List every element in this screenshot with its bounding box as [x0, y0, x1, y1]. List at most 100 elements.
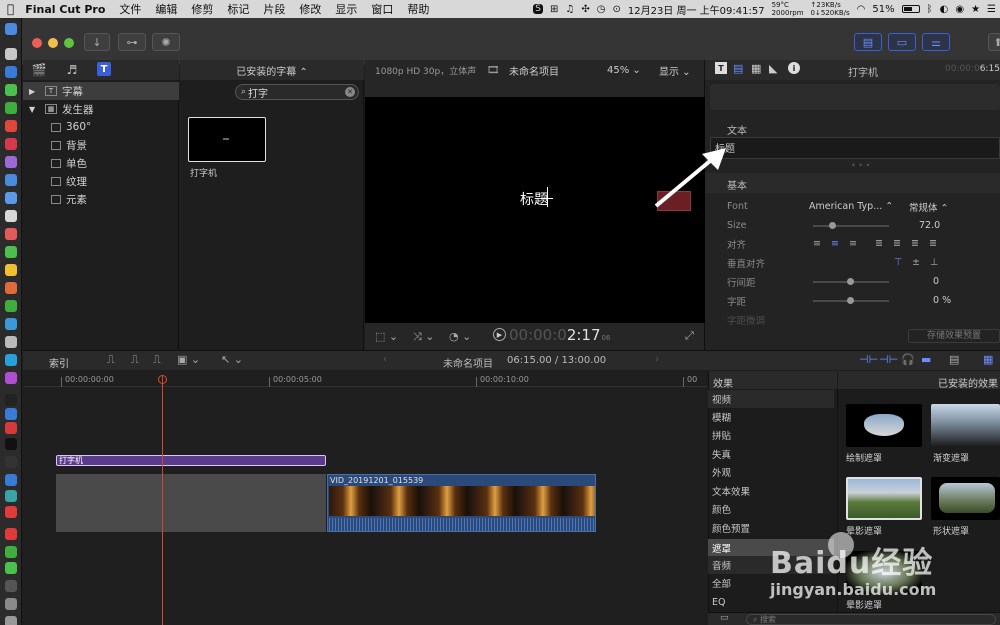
menu-window[interactable]: 窗口 — [364, 1, 400, 17]
user-icon[interactable]: ◉ — [955, 4, 964, 15]
title-inspector-icon[interactable]: ▤ — [733, 62, 743, 75]
keywords-button[interactable]: ⊶ — [118, 33, 146, 51]
app-icon-7[interactable] — [5, 246, 17, 258]
app-icon-10[interactable] — [5, 300, 17, 312]
timeline-ruler[interactable]: 00:00:00:00 00:00:05:00 00:00:10:00 00 — [23, 371, 708, 387]
save-preset-button[interactable]: 存储效果预置 — [908, 329, 1000, 343]
size-value[interactable]: 72.0 — [919, 220, 940, 231]
tracking-value[interactable]: 0 % — [933, 295, 951, 306]
menu-trim[interactable]: 修剪 — [184, 1, 220, 17]
launchpad-icon[interactable] — [5, 48, 17, 60]
app-icon-11[interactable] — [5, 318, 17, 330]
playhead[interactable] — [162, 375, 163, 625]
wechat-icon[interactable] — [5, 102, 17, 114]
app-icon-9[interactable] — [5, 282, 17, 294]
terminal-icon[interactable] — [5, 438, 17, 450]
share-button[interactable]: ⬆ — [988, 33, 1000, 51]
justify-left-icon[interactable]: ≣ — [875, 238, 883, 249]
bluetooth-icon[interactable]: ᛒ — [927, 4, 933, 15]
fan-icon[interactable]: ✣ — [581, 4, 589, 15]
chrome-icon[interactable] — [5, 120, 17, 132]
slider-knob[interactable] — [847, 278, 854, 285]
import-button[interactable]: ↓ — [84, 33, 110, 51]
effect-thumb-gradient-mask[interactable] — [931, 404, 1000, 447]
sidebar-item-360[interactable]: 360° — [23, 118, 179, 136]
font-family-select[interactable]: American Typ... ⌃ — [809, 201, 893, 212]
menu-edit[interactable]: 编辑 — [148, 1, 184, 17]
slider-knob[interactable] — [829, 222, 836, 229]
justify-full-icon[interactable]: ≣ — [929, 238, 937, 249]
align-right-icon[interactable]: ≡ — [849, 238, 857, 249]
category-blur[interactable]: 模糊 — [708, 408, 834, 426]
font-style-select[interactable]: 常规体 ⌃ — [909, 200, 949, 214]
app-menu[interactable]: Final Cut Pro — [21, 3, 112, 16]
app-icon-4[interactable] — [5, 192, 17, 204]
app-icon-13[interactable] — [5, 354, 17, 366]
app-icon-1[interactable] — [5, 138, 17, 150]
app-icon-24[interactable] — [5, 598, 17, 610]
gap-clip[interactable] — [56, 474, 326, 532]
wifi-icon[interactable]: ◠ — [857, 4, 866, 15]
slider-knob[interactable] — [847, 297, 854, 304]
photos-icon[interactable]: 🎬 — [32, 63, 47, 77]
valign-middle-icon[interactable]: ± — [912, 257, 920, 268]
app-icon-19[interactable] — [5, 490, 17, 502]
app-icon-18[interactable] — [5, 474, 17, 486]
app-icon-20[interactable] — [5, 506, 17, 518]
s-icon[interactable]: S — [533, 4, 543, 14]
info-inspector-icon[interactable]: i — [788, 62, 800, 74]
show-timeline-button[interactable]: ▭ — [888, 33, 916, 51]
app-icon-12[interactable] — [5, 336, 17, 348]
category-text-effects[interactable]: 文本效果 — [708, 482, 834, 500]
canvas-title-text[interactable]: 标题 — [520, 189, 548, 209]
app-icon-22[interactable] — [5, 546, 17, 558]
title-thumbnail[interactable] — [188, 117, 266, 162]
valign-bottom-icon[interactable]: ⊥ — [930, 257, 938, 268]
search-input[interactable]: 打字 — [248, 85, 268, 100]
apple-icon[interactable]:  — [0, 2, 21, 16]
show-browser-button[interactable]: ▤ — [854, 33, 882, 51]
align-left-icon[interactable]: ≡ — [813, 238, 821, 249]
fullscreen-viewer-icon[interactable]: ⤢ — [685, 329, 694, 343]
audio-skimming-icon[interactable]: ⊣⊢ — [859, 353, 878, 366]
category-tile[interactable]: 拼贴 — [708, 426, 834, 444]
headphones-icon[interactable]: 🎧 — [901, 353, 915, 366]
menu-clip[interactable]: 片段 — [256, 1, 292, 17]
app-icon-14[interactable] — [5, 372, 17, 384]
finder-icon[interactable] — [5, 23, 17, 35]
battery-percent[interactable]: 51% — [872, 4, 894, 15]
effect-thumb-vignette-mask[interactable] — [846, 477, 922, 520]
minimize-window-button[interactable] — [48, 38, 58, 48]
clip-appearance-icon[interactable]: ▤ — [949, 353, 959, 366]
text-entry-field[interactable]: 标题 — [710, 137, 1000, 159]
connect-clip-icon[interactable]: ⎍ — [107, 353, 115, 367]
app-icon-21[interactable] — [5, 528, 17, 540]
append-clip-icon[interactable]: ⎍ — [153, 353, 161, 367]
display-dropdown[interactable]: 显示 ⌄ — [659, 63, 691, 78]
appstore-icon[interactable] — [5, 408, 17, 420]
trash-icon[interactable] — [5, 616, 17, 625]
shield-icon[interactable]: ◐ — [940, 4, 949, 15]
app-icon-6[interactable] — [5, 228, 17, 240]
text-field-resize-handle[interactable]: • • • — [851, 161, 870, 170]
select-tool-dropdown[interactable]: ↖ ⌄ — [221, 353, 243, 366]
app-icon-17[interactable] — [5, 456, 17, 468]
video-clip[interactable]: VID_20191201_015539 — [327, 474, 596, 532]
category-distortion[interactable]: 失真 — [708, 445, 834, 463]
justify-right-icon[interactable]: ≣ — [911, 238, 919, 249]
clock-icon[interactable]: ⊙ — [612, 4, 620, 15]
temp-fan-readout[interactable]: 59°C 2000rpm — [772, 1, 804, 17]
playhead-handle[interactable] — [158, 375, 167, 384]
line-spacing-slider[interactable] — [813, 278, 889, 285]
size-slider[interactable] — [813, 222, 889, 229]
solo-icon[interactable]: ▬ — [921, 353, 931, 366]
app-icon-8[interactable] — [5, 264, 17, 276]
sidebar-item-elements[interactable]: 元素 — [23, 190, 179, 208]
menu-help[interactable]: 帮助 — [400, 1, 436, 17]
text-inspector-icon[interactable]: T — [715, 62, 727, 74]
category-video[interactable]: 视频 — [708, 390, 834, 408]
app-icon-23[interactable] — [5, 562, 17, 574]
network-readout[interactable]: ↑23KB/s 0↓520KB/s — [811, 1, 850, 17]
app-icon-5[interactable] — [5, 210, 17, 222]
app-icon-2[interactable] — [5, 156, 17, 168]
